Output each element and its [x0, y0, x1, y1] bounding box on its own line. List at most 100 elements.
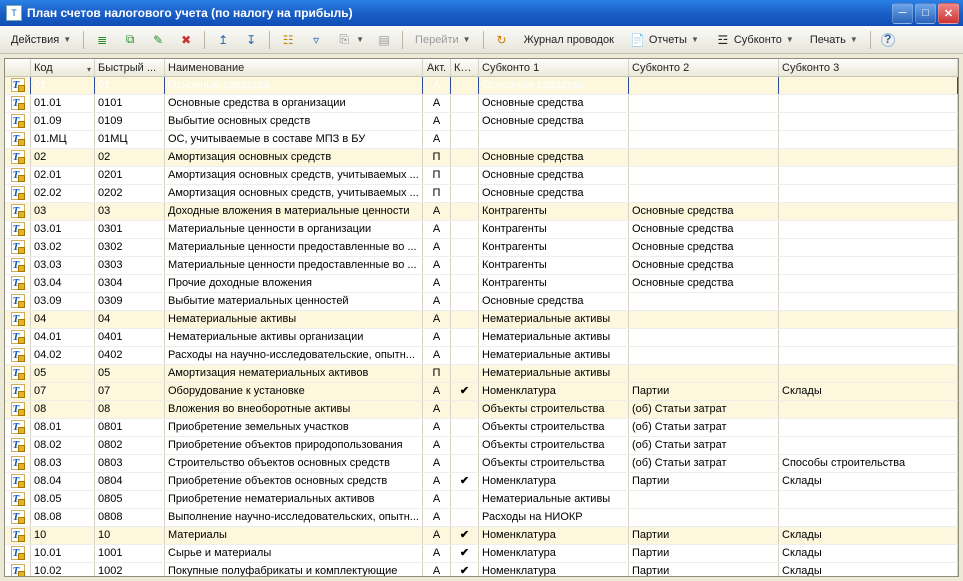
cell-act: А	[423, 239, 451, 256]
cell-act: П	[423, 185, 451, 202]
col-code[interactable]: Код	[31, 59, 95, 77]
table-row[interactable]: T01.МЦ01МЦОС, учитываемые в составе МПЗ …	[5, 131, 958, 149]
col-sub3[interactable]: Субконто 3	[779, 59, 958, 77]
col-act[interactable]: Акт.	[423, 59, 451, 77]
cell-act: А	[423, 95, 451, 112]
table-row[interactable]: T03.020302Материальные ценности предоста…	[5, 239, 958, 257]
table-row[interactable]: T1010МатериалыА✔НоменклатураПартииСклады	[5, 527, 958, 545]
cell-sub1: Контрагенты	[479, 221, 629, 238]
table-row[interactable]: T03.010301Материальные ценности в органи…	[5, 221, 958, 239]
goto-menu[interactable]: Перейти ▼	[408, 29, 478, 51]
col-icon[interactable]	[5, 59, 31, 77]
cell-sub1: Объекты строительства	[479, 455, 629, 472]
cell-qty	[451, 185, 479, 202]
table-row[interactable]: T02.020202Амортизация основных средств, …	[5, 185, 958, 203]
cell-code: 02.01	[31, 167, 95, 184]
report-icon: 📄	[630, 32, 646, 48]
account-icon: T	[11, 330, 25, 344]
cell-name: Материальные ценности предоставленные во…	[165, 257, 423, 274]
reports-menu[interactable]: 📄 Отчеты ▼	[623, 29, 706, 51]
table-row[interactable]: T04.010401Нематериальные активы организа…	[5, 329, 958, 347]
cell-code: 08	[31, 401, 95, 418]
account-icon: T	[11, 78, 25, 92]
cell-name: ОС, учитываемые в составе МПЗ в БУ	[165, 131, 423, 148]
edit-button[interactable]: ✎	[145, 29, 171, 51]
row-icon-cell: T	[5, 185, 31, 202]
account-icon: T	[11, 348, 25, 362]
table-row[interactable]: T04.020402Расходы на научно-исследовател…	[5, 347, 958, 365]
help-icon: ?	[881, 33, 895, 47]
grid-body[interactable]: T0101Основные средстваАОсновные средства…	[5, 77, 958, 576]
col-sub2[interactable]: Субконто 2	[629, 59, 779, 77]
table-row[interactable]: T08.040804Приобретение объектов основных…	[5, 473, 958, 491]
row-icon-cell: T	[5, 95, 31, 112]
copy-button[interactable]: ⎘▼	[331, 29, 369, 51]
cell-sub3	[779, 221, 958, 238]
table-row[interactable]: T0707Оборудование к установкеА✔Номенклат…	[5, 383, 958, 401]
table-row[interactable]: T10.011001Сырье и материалыА✔Номенклатур…	[5, 545, 958, 563]
table-row[interactable]: T0101Основные средстваАОсновные средства	[5, 77, 958, 95]
maximize-button[interactable]: □	[915, 3, 936, 24]
row-icon-cell: T	[5, 473, 31, 490]
add-icon: ≣	[94, 32, 110, 48]
table-row[interactable]: T0808Вложения во внеоборотные активыАОбъ…	[5, 401, 958, 419]
table-row[interactable]: T03.030303Материальные ценности предоста…	[5, 257, 958, 275]
move-down-button[interactable]: ↧	[238, 29, 264, 51]
cell-name: Материалы	[165, 527, 423, 544]
table-row[interactable]: T08.010801Приобретение земельных участко…	[5, 419, 958, 437]
table-row[interactable]: T03.090309Выбытие материальных ценностей…	[5, 293, 958, 311]
cell-qty	[451, 203, 479, 220]
minimize-button[interactable]: ─	[892, 3, 913, 24]
actions-menu[interactable]: Действия ▼	[4, 29, 78, 51]
paste-icon: ▤	[376, 32, 392, 48]
col-sub1[interactable]: Субконто 1	[479, 59, 629, 77]
table-row[interactable]: T0404Нематериальные активыАНематериальны…	[5, 311, 958, 329]
move-up-button[interactable]: ↥	[210, 29, 236, 51]
table-row[interactable]: T02.010201Амортизация основных средств, …	[5, 167, 958, 185]
cell-sub2	[629, 185, 779, 202]
cell-quick: 0101	[95, 95, 165, 112]
delete-button[interactable]: ✖	[173, 29, 199, 51]
table-row[interactable]: T08.080808Выполнение научно-исследовател…	[5, 509, 958, 527]
cell-name: Амортизация нематериальных активов	[165, 365, 423, 382]
account-icon: T	[11, 276, 25, 290]
accounts-grid[interactable]: Код Быстрый ... Наименование Акт. Кол. С…	[4, 58, 959, 577]
close-button[interactable]: ✕	[938, 3, 959, 24]
hierarchy-button[interactable]: ☷	[275, 29, 301, 51]
table-row[interactable]: T01.090109Выбытие основных средствАОснов…	[5, 113, 958, 131]
table-row[interactable]: T08.050805Приобретение нематериальных ак…	[5, 491, 958, 509]
paste-button[interactable]: ▤	[371, 29, 397, 51]
cell-name: Материальные ценности в организации	[165, 221, 423, 238]
print-menu[interactable]: Печать ▼	[803, 29, 865, 51]
filter-button[interactable]: ▿	[303, 29, 329, 51]
table-row[interactable]: T10.021002Покупные полуфабрикаты и компл…	[5, 563, 958, 576]
separator	[402, 31, 403, 49]
edit-icon: ✎	[150, 32, 166, 48]
cell-sub3	[779, 401, 958, 418]
refresh-icon: ↻	[494, 32, 510, 48]
journal-button[interactable]: Журнал проводок	[517, 29, 621, 51]
col-name[interactable]: Наименование	[165, 59, 423, 77]
cell-sub3	[779, 311, 958, 328]
cell-act: А	[423, 347, 451, 364]
table-row[interactable]: T08.020802Приобретение объектов природоп…	[5, 437, 958, 455]
add-copy-button[interactable]: ⧉	[117, 29, 143, 51]
table-row[interactable]: T01.010101Основные средства в организаци…	[5, 95, 958, 113]
cell-code: 02	[31, 149, 95, 166]
refresh-button[interactable]: ↻	[489, 29, 515, 51]
add-button[interactable]: ≣	[89, 29, 115, 51]
table-row[interactable]: T0202Амортизация основных средствПОсновн…	[5, 149, 958, 167]
table-row[interactable]: T08.030803Строительство объектов основны…	[5, 455, 958, 473]
cell-sub1: Контрагенты	[479, 239, 629, 256]
col-qty[interactable]: Кол.	[451, 59, 479, 77]
cell-sub3	[779, 293, 958, 310]
cell-qty	[451, 401, 479, 418]
tree-icon: ☷	[280, 32, 296, 48]
table-row[interactable]: T03.040304Прочие доходные вложенияАКонтр…	[5, 275, 958, 293]
subconto-menu[interactable]: ☲ Субконто ▼	[708, 29, 801, 51]
table-row[interactable]: T0505Амортизация нематериальных активовП…	[5, 365, 958, 383]
table-row[interactable]: T0303Доходные вложения в материальные це…	[5, 203, 958, 221]
help-button[interactable]: ?	[876, 29, 900, 51]
row-icon-cell: T	[5, 203, 31, 220]
col-quick[interactable]: Быстрый ...	[95, 59, 165, 77]
